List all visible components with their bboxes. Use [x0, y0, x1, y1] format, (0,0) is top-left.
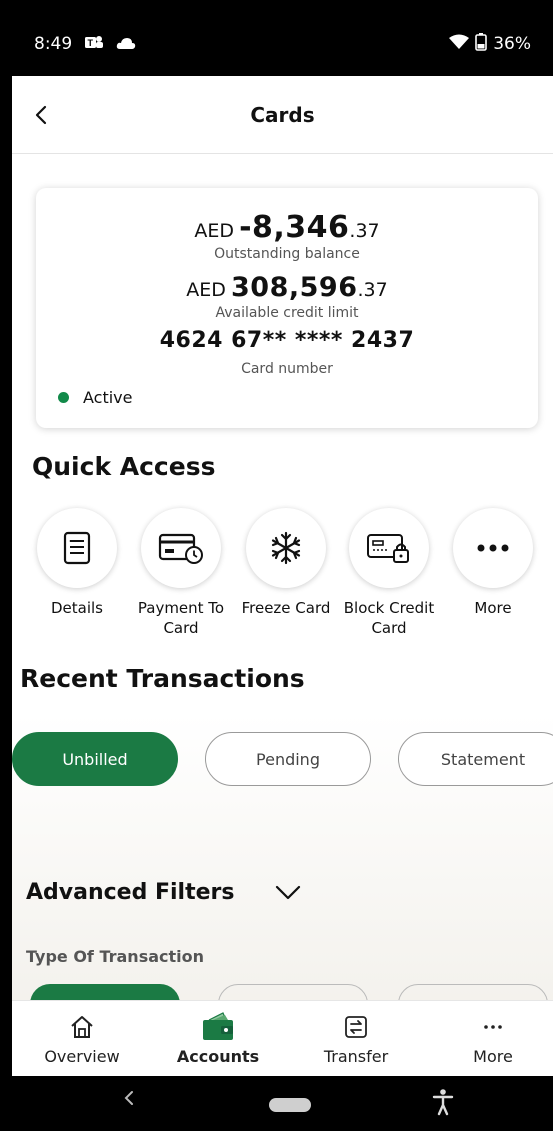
quick-access-label: More	[474, 599, 512, 617]
outstanding-balance-caption: Outstanding balance	[214, 246, 360, 262]
home-icon	[71, 1016, 93, 1038]
more-dots-icon	[484, 1025, 502, 1029]
nav-label: Accounts	[176, 1047, 260, 1066]
quick-access-details[interactable]: Details	[25, 508, 129, 618]
nav-label: More	[473, 1047, 513, 1066]
quick-access-circle	[349, 508, 429, 588]
tab-statement[interactable]: Statement	[398, 732, 553, 786]
quick-access-block-credit-card[interactable]: Block Credit Card	[337, 508, 441, 638]
quick-access-circle	[37, 508, 117, 588]
phone-screen: 8:49 T 36% Cards AED -8,346.37 Outstandi…	[12, 12, 553, 1131]
advanced-filters-title[interactable]: Advanced Filters	[26, 880, 234, 905]
card-summary[interactable]: AED -8,346.37 Outstanding balance AED 30…	[36, 188, 538, 428]
tab-unbilled[interactable]: Unbilled	[12, 732, 178, 786]
status-label: Active	[83, 388, 133, 407]
teams-notification-icon: T	[84, 34, 104, 54]
system-navigation-bar	[12, 1076, 553, 1131]
cloud-icon	[116, 35, 136, 54]
system-home-button[interactable]	[269, 1098, 311, 1112]
quick-access-label: Payment To Card	[137, 599, 225, 637]
type-of-transaction-label: Type Of Transaction	[26, 947, 205, 966]
nav-transfer[interactable]: Transfer	[301, 1001, 411, 1077]
status-time: 8:49	[34, 34, 73, 54]
svg-text:T: T	[88, 38, 94, 48]
details-icon	[63, 531, 91, 565]
lock-card-icon	[367, 534, 409, 563]
quick-access-circle	[141, 508, 221, 588]
status-bar: 8:49 T 36%	[12, 12, 553, 76]
recent-transactions-title: Recent Transactions	[20, 664, 305, 693]
available-credit-caption: Available credit limit	[215, 305, 359, 321]
quick-access-payment-to-card[interactable]: Payment To Card	[129, 508, 233, 638]
quick-access-circle	[453, 508, 533, 588]
quick-access-more[interactable]: More	[441, 508, 545, 618]
currency-label: AED	[186, 279, 226, 301]
system-accessibility-button[interactable]	[432, 1088, 454, 1120]
chevron-down-icon	[275, 885, 301, 900]
top-app-bar: Cards	[12, 76, 553, 154]
quick-access-label: Block Credit Card	[343, 599, 435, 637]
more-dots-icon	[477, 544, 509, 552]
quick-access-freeze-card[interactable]: Freeze Card	[234, 508, 338, 618]
chevron-left-icon	[35, 105, 47, 125]
payment-card-icon	[158, 533, 203, 564]
battery-icon	[475, 32, 488, 56]
card-status: Active	[58, 388, 133, 407]
wifi-icon	[449, 34, 470, 55]
amount-decimal: .37	[349, 220, 380, 242]
snowflake-icon	[271, 531, 301, 565]
nav-label: Transfer	[323, 1047, 389, 1066]
system-back-button[interactable]	[124, 1090, 134, 1111]
nav-more[interactable]: More	[438, 1001, 548, 1077]
quick-access-label: Details	[50, 599, 103, 617]
status-dot-icon	[58, 392, 69, 403]
nav-accounts[interactable]: Accounts	[163, 1001, 273, 1077]
chevron-left-icon	[124, 1091, 133, 1105]
transfer-icon	[345, 1016, 367, 1038]
nav-label: Overview	[44, 1047, 120, 1066]
amount-decimal: .37	[357, 279, 388, 301]
outstanding-balance-amount: AED -8,346.37	[36, 210, 538, 245]
available-credit-amount: AED 308,596.37	[36, 272, 538, 303]
quick-access-label: Freeze Card	[241, 599, 331, 617]
currency-label: AED	[194, 220, 234, 242]
battery-percent: 36%	[493, 34, 531, 54]
wallet-icon	[203, 1012, 233, 1040]
accessibility-icon	[432, 1089, 454, 1116]
back-button[interactable]	[26, 100, 56, 130]
quick-access-title: Quick Access	[32, 452, 216, 481]
page-title: Cards	[250, 102, 315, 127]
amount-whole: -8,346	[239, 210, 350, 245]
quick-access-circle	[246, 508, 326, 588]
bottom-navigation: Overview Accounts Transfer More	[12, 1000, 553, 1076]
advanced-filters-toggle[interactable]	[274, 884, 302, 906]
nav-overview[interactable]: Overview	[27, 1001, 137, 1077]
tab-pending[interactable]: Pending	[205, 732, 371, 786]
card-number-caption: Card number	[241, 361, 333, 377]
amount-whole: 308,596	[231, 272, 358, 303]
card-number: 4624 67** **** 2437	[159, 328, 415, 353]
